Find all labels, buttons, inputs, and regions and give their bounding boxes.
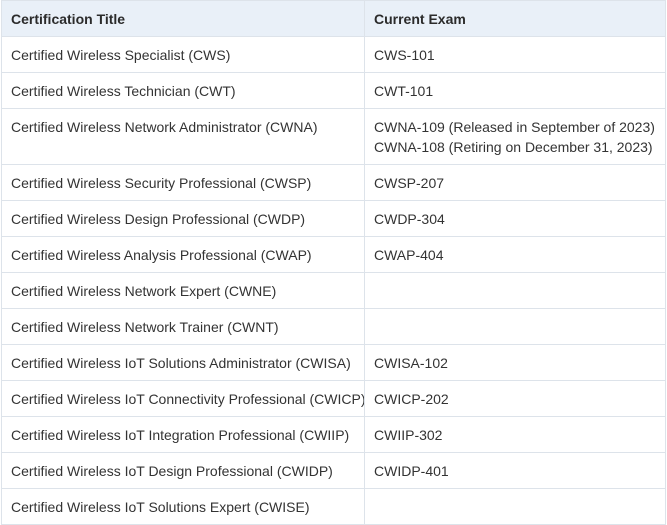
table-header-row: Certification Title Current Exam [1,0,666,37]
exam-code: CWS-101 [374,47,435,63]
current-exam-cell: CWISA-102 [364,344,666,381]
header-current-exam: Current Exam [364,0,666,37]
certification-title-cell: Certified Wireless Network Expert (CWNE) [1,272,365,309]
current-exam-cell [364,308,666,345]
table-row: Certified Wireless IoT Connectivity Prof… [1,380,666,417]
certification-title-cell: Certified Wireless IoT Solutions Adminis… [1,344,365,381]
current-exam-cell: CWT-101 [364,72,666,109]
exam-code: CWNA-108 (Retiring on December 31, 2023) [374,139,653,155]
certification-title-cell: Certified Wireless Network Trainer (CWNT… [1,308,365,345]
certification-title-cell: Certified Wireless IoT Integration Profe… [1,416,365,453]
exam-code: CWNA-109 (Released in September of 2023) [374,119,655,135]
current-exam-cell: CWNA-109 (Released in September of 2023)… [364,108,666,165]
exam-code: CWIDP-401 [374,463,449,479]
exam-code: CWISA-102 [374,355,448,371]
table-row: Certified Wireless IoT Integration Profe… [1,416,666,453]
table-row: Certified Wireless Network Expert (CWNE) [1,272,666,309]
certification-table: Certification Title Current Exam Certifi… [1,0,666,525]
certification-title-cell: Certified Wireless IoT Design Profession… [1,452,365,489]
exam-code: CWSP-207 [374,175,445,191]
exam-code: CWAP-404 [374,247,444,263]
certification-title-cell: Certified Wireless IoT Solutions Expert … [1,488,365,525]
exam-code: CWIIP-302 [374,427,443,443]
current-exam-cell: CWS-101 [364,36,666,73]
current-exam-cell: CWDP-304 [364,200,666,237]
certification-title-cell: Certified Wireless Network Administrator… [1,108,365,165]
exam-code: CWT-101 [374,83,434,99]
certification-title-cell: Certified Wireless IoT Connectivity Prof… [1,380,365,417]
exam-code: CWDP-304 [374,211,445,227]
table-body: Certified Wireless Specialist (CWS) CWS-1… [1,36,666,525]
table-row: Certified Wireless Design Professional (… [1,200,666,237]
table-row: Certified Wireless IoT Solutions Adminis… [1,344,666,381]
table-row: Certified Wireless IoT Solutions Expert … [1,488,666,525]
certification-title-cell: Certified Wireless Analysis Professional… [1,236,365,273]
header-certification-title: Certification Title [1,0,365,37]
certification-title-cell: Certified Wireless Design Professional (… [1,200,365,237]
current-exam-cell: CWIDP-401 [364,452,666,489]
current-exam-cell: CWICP-202 [364,380,666,417]
table-row: Certified Wireless Network Trainer (CWNT… [1,308,666,345]
table-row: Certified Wireless Technician (CWT) CWT-1… [1,72,666,109]
current-exam-cell: CWAP-404 [364,236,666,273]
table-row: Certified Wireless Network Administrator… [1,108,666,165]
current-exam-cell [364,272,666,309]
current-exam-cell: CWIIP-302 [364,416,666,453]
table-row: Certified Wireless Analysis Professional… [1,236,666,273]
current-exam-cell: CWSP-207 [364,164,666,201]
table-row: Certified Wireless IoT Design Profession… [1,452,666,489]
table-row: Certified Wireless Specialist (CWS) CWS-1… [1,36,666,73]
table-row: Certified Wireless Security Professional… [1,164,666,201]
current-exam-cell [364,488,666,525]
exam-code: CWICP-202 [374,391,449,407]
certification-title-cell: Certified Wireless Specialist (CWS) [1,36,365,73]
certification-title-cell: Certified Wireless Technician (CWT) [1,72,365,109]
certification-title-cell: Certified Wireless Security Professional… [1,164,365,201]
